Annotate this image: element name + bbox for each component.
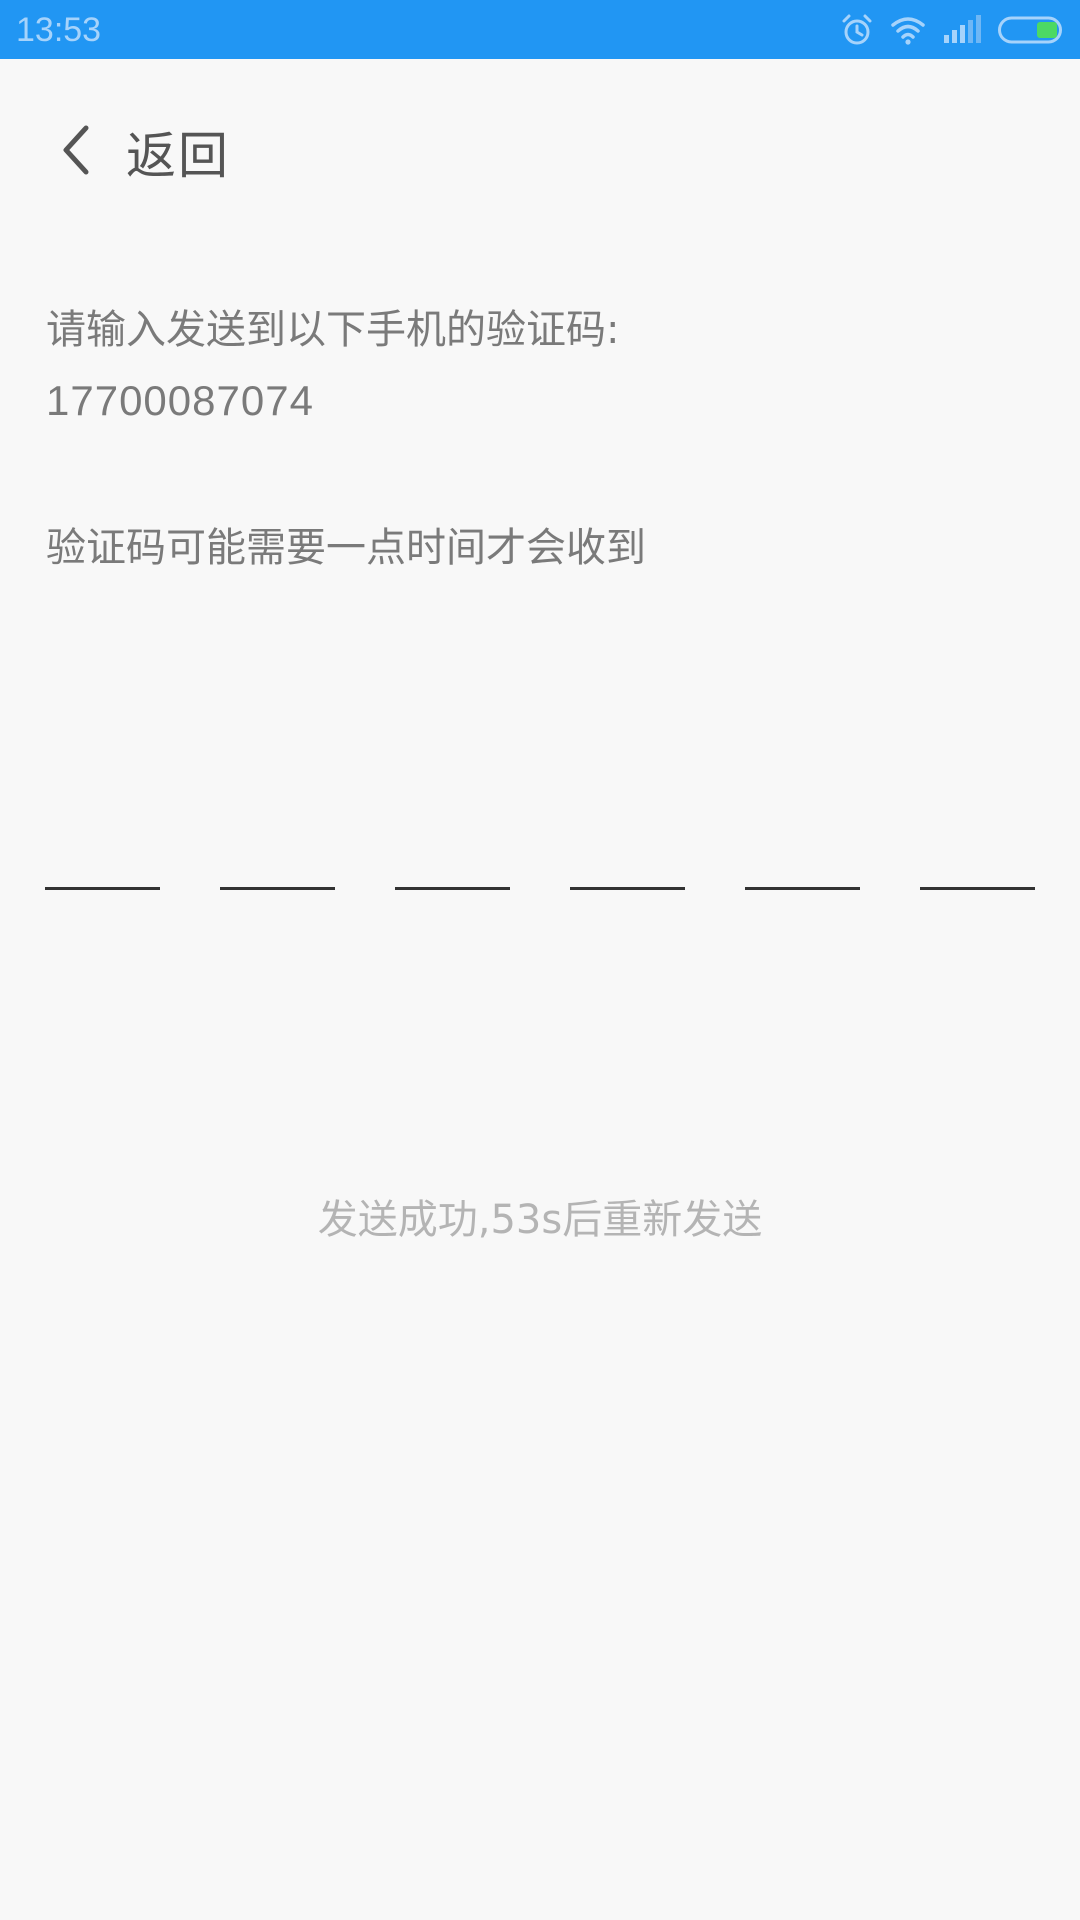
code-input-row	[45, 840, 1035, 890]
code-digit-1[interactable]	[45, 840, 160, 890]
signal-icon	[942, 15, 982, 45]
code-digit-2[interactable]	[220, 840, 335, 890]
alarm-icon	[840, 13, 874, 47]
code-digit-5[interactable]	[745, 840, 860, 890]
code-digit-4[interactable]	[570, 840, 685, 890]
phone-number: 17700087074	[46, 377, 314, 424]
code-digit-6[interactable]	[920, 840, 1035, 890]
status-time: 13:53	[16, 11, 102, 49]
battery-icon	[998, 16, 1064, 44]
back-label: 返回	[126, 127, 230, 185]
resend-countdown: 发送成功,53s后重新发送	[317, 1197, 763, 1243]
delay-hint: 验证码可能需要一点时间才会收到	[46, 525, 646, 571]
back-button[interactable]: 返回	[58, 118, 230, 186]
status-bar: 13:53	[0, 0, 1080, 59]
verification-prompt: 请输入发送到以下手机的验证码:	[46, 307, 620, 353]
code-digit-3[interactable]	[395, 840, 510, 890]
status-icons	[840, 10, 1064, 50]
wifi-icon	[890, 15, 926, 45]
chevron-left-icon	[58, 123, 126, 181]
